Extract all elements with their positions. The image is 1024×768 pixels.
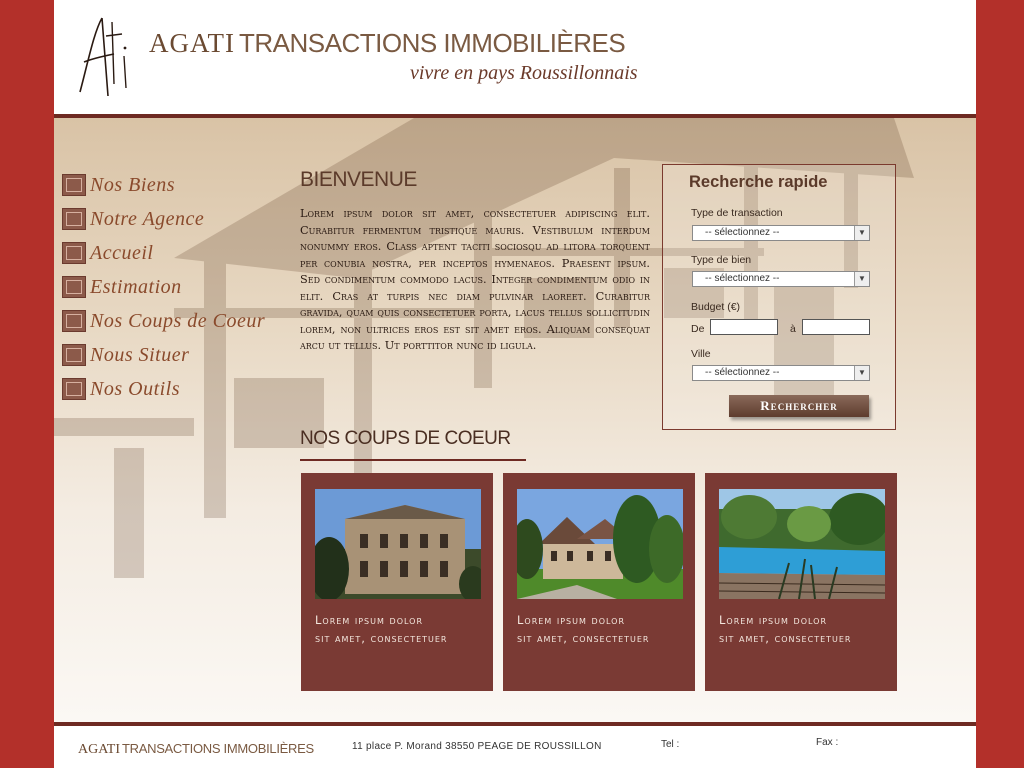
site-footer: AGATI TRANSACTIONS IMMOBILIÈRES 11 place … <box>54 726 976 768</box>
budget-from-label: De <box>691 323 705 335</box>
ornament-icon <box>62 208 86 230</box>
footer-address: 11 place P. Morand 38550 PEAGE DE ROUSSI… <box>352 741 602 752</box>
featured-card[interactable]: Lorem ipsum dolor sit amet, consectetuer <box>301 473 493 691</box>
card-caption-line2: sit amet, consectetuer <box>719 631 852 645</box>
site-header: AGATI TRANSACTIONS IMMOBILIÈRES vivre en … <box>54 0 976 114</box>
footer-brand-primary: AGATI <box>78 742 120 757</box>
city-select[interactable]: -- sélectionnez -- ▼ <box>692 365 870 381</box>
coups-de-coeur-title: NOS COUPS DE COEUR <box>300 428 511 449</box>
ornament-icon <box>62 310 86 332</box>
select-value: -- sélectionnez -- <box>705 273 780 284</box>
property-photo-manor[interactable] <box>517 489 683 599</box>
nav-item-estimation[interactable]: Estimation <box>62 270 265 304</box>
ornament-icon <box>62 344 86 366</box>
nav-item-notre-agence[interactable]: Notre Agence <box>62 202 265 236</box>
transaction-type-label: Type de transaction <box>691 207 783 219</box>
card-caption-line1: Lorem ipsum dolor <box>315 613 424 627</box>
ornament-icon <box>62 276 86 298</box>
ornament-icon <box>62 378 86 400</box>
card-caption-line1: Lorem ipsum dolor <box>517 613 626 627</box>
chevron-down-icon: ▼ <box>854 272 869 286</box>
coups-de-coeur-divider <box>300 459 526 461</box>
nav-item-label: Nous Situer <box>90 343 190 366</box>
brand-secondary: TRANSACTIONS IMMOBILIÈRES <box>239 28 626 58</box>
chevron-down-icon: ▼ <box>854 366 869 380</box>
main-nav: Nos Biens Notre Agence Accueil Estimatio… <box>62 168 265 406</box>
ornament-icon <box>62 174 86 196</box>
property-type-select[interactable]: -- sélectionnez -- ▼ <box>692 271 870 287</box>
select-value: -- sélectionnez -- <box>705 367 780 378</box>
brand-primary: AGATI <box>149 28 235 58</box>
ornament-icon <box>62 242 86 264</box>
property-type-label: Type de bien <box>691 254 752 266</box>
property-photo-chateau[interactable] <box>315 489 481 599</box>
welcome-text: Lorem ipsum dolor sit amet, consectetuer… <box>300 207 650 352</box>
budget-label: Budget (€) <box>691 301 741 313</box>
quick-search-panel: Recherche rapide Type de transaction -- … <box>662 164 896 430</box>
logo-mark <box>79 17 127 97</box>
card-caption-line2: sit amet, consectetuer <box>315 631 448 645</box>
search-title: Recherche rapide <box>689 173 828 191</box>
brand-title[interactable]: AGATI TRANSACTIONS IMMOBILIÈRES <box>149 28 626 59</box>
footer-brand: AGATI TRANSACTIONS IMMOBILIÈRES <box>78 740 314 758</box>
nav-item-label: Notre Agence <box>90 207 205 230</box>
budget-from-input[interactable] <box>710 319 778 335</box>
search-button[interactable]: Rechercher <box>729 395 869 417</box>
nav-item-label: Nos Coups de Coeur <box>90 309 266 332</box>
welcome-title: BIENVENUE <box>300 168 417 191</box>
featured-card[interactable]: Lorem ipsum dolor sit amet, consectetuer <box>503 473 695 691</box>
featured-card[interactable]: Lorem ipsum dolor sit amet, consectetuer <box>705 473 897 691</box>
footer-tel: Tel : <box>661 739 680 750</box>
nav-item-label: Nos Outils <box>90 377 181 400</box>
transaction-type-select[interactable]: -- sélectionnez -- ▼ <box>692 225 870 241</box>
nav-item-label: Nos Biens <box>90 173 176 196</box>
property-photo-pool[interactable] <box>719 489 885 599</box>
page: AGATI TRANSACTIONS IMMOBILIÈRES vivre en … <box>54 0 976 768</box>
city-label: Ville <box>691 348 711 360</box>
nav-item-nos-outils[interactable]: Nos Outils <box>62 372 265 406</box>
select-value: -- sélectionnez -- <box>705 227 780 238</box>
chevron-down-icon: ▼ <box>854 226 869 240</box>
card-caption-line2: sit amet, consectetuer <box>517 631 650 645</box>
tagline: vivre en pays Roussillonnais <box>410 62 638 84</box>
nav-item-label: Accueil <box>90 241 154 264</box>
main-content: Nos Biens Notre Agence Accueil Estimatio… <box>54 118 976 722</box>
nav-item-accueil[interactable]: Accueil <box>62 236 265 270</box>
budget-to-input[interactable] <box>802 319 870 335</box>
footer-fax: Fax : <box>816 737 839 748</box>
nav-item-nous-situer[interactable]: Nous Situer <box>62 338 265 372</box>
nav-item-nos-biens[interactable]: Nos Biens <box>62 168 265 202</box>
nav-item-coups-de-coeur[interactable]: Nos Coups de Coeur <box>62 304 265 338</box>
footer-brand-secondary: TRANSACTIONS IMMOBILIÈRES <box>122 741 314 756</box>
budget-to-label: à <box>790 323 796 335</box>
nav-item-label: Estimation <box>90 275 182 298</box>
card-caption-line1: Lorem ipsum dolor <box>719 613 828 627</box>
